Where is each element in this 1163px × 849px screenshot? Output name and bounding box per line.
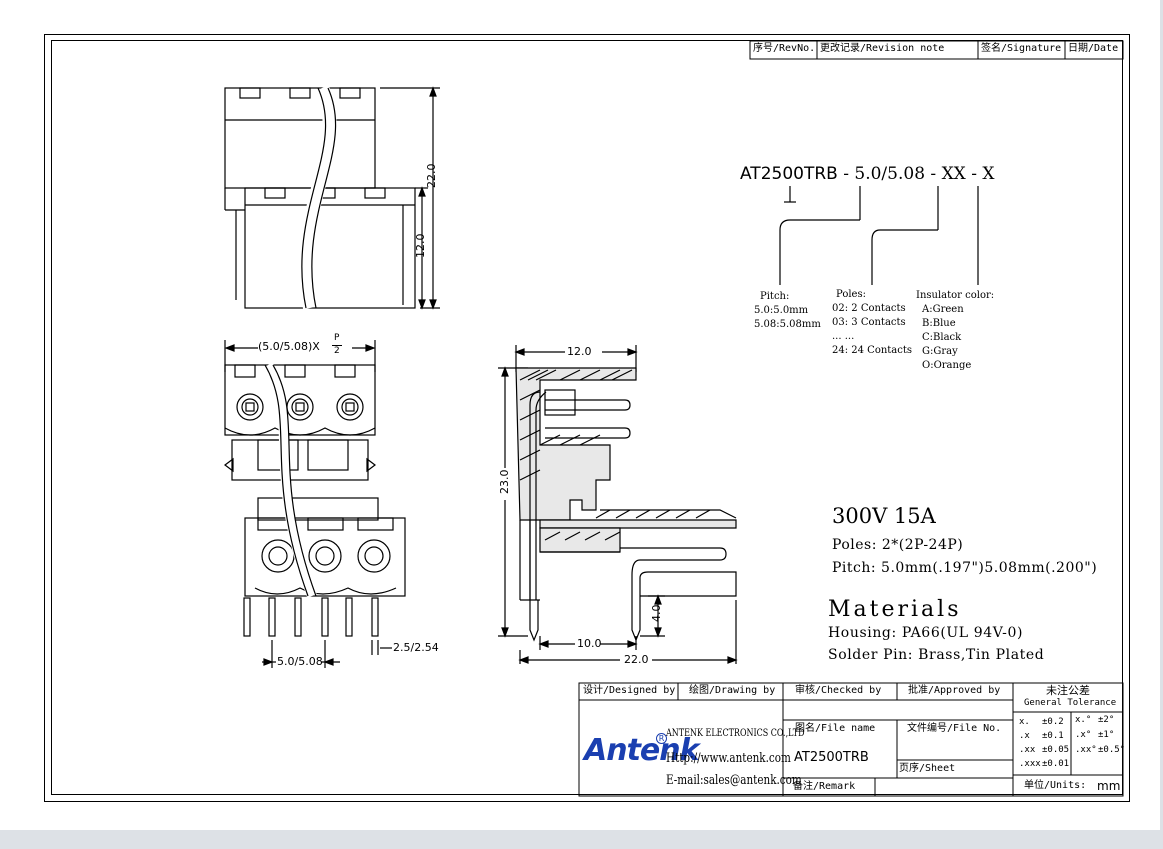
checked-by-label: 审核/Checked by [795, 685, 882, 696]
file-name-label: 图名/File name [795, 723, 876, 734]
poles-legend-item: 02: 2 Contacts [832, 303, 906, 314]
side-view [498, 345, 738, 664]
tol-ang-key: .x° [1075, 730, 1092, 740]
company-name: ANTENK ELECTRONICS CO.,LTD [666, 728, 805, 739]
dim-front-frac-top: P [334, 333, 340, 343]
general-tolerance-en: General Tolerance [1024, 698, 1117, 708]
remark-label: 备注/Remark [793, 781, 856, 792]
tol-key: .xx [1019, 745, 1036, 755]
sheet-label: 页序/Sheet [899, 763, 956, 774]
date-label: 日期/Date [1068, 43, 1119, 54]
color-legend-item: C:Black [922, 332, 962, 343]
dim-front-pitch: (5.0/5.08)X [258, 340, 320, 353]
technical-drawing [224, 40, 1124, 797]
tol-key: .x [1019, 731, 1030, 741]
tol-ang-val: ±0.5° [1098, 745, 1126, 755]
poles-legend-item: 03: 3 Contacts [832, 317, 906, 328]
dim-side-top: 12.0 [567, 345, 592, 358]
poles-spec: Poles: 2*(2P-24P) [832, 537, 964, 553]
poles-legend-title: Poles: [836, 289, 866, 300]
tol-val: ±0.05 [1042, 745, 1070, 755]
part-code-poles: XX [941, 164, 966, 184]
pitch-legend-item: 5.0:5.0mm [754, 305, 809, 316]
revision-note-label: 更改记录/Revision note [820, 43, 945, 54]
tol-ang-key: .xx° [1075, 745, 1097, 755]
tol-key: .xxx [1019, 759, 1041, 769]
file-no-label: 文件编号/File No. [907, 723, 1002, 734]
dim-top-total: 22.0 [425, 163, 438, 189]
dim-side-height: 23.0 [498, 469, 511, 495]
tol-key: x. [1019, 717, 1030, 727]
poles-legend-item: ... ... [832, 331, 855, 342]
part-code: AT2500TRB - 5.0/5.08 - XX - X [740, 166, 994, 183]
pitch-spec: Pitch: 5.0mm(.197")5.08mm(.200") [832, 560, 1098, 576]
rating: 300V 15A [832, 504, 936, 528]
company-email: E-mail:sales@antenk.com [666, 773, 802, 788]
tol-ang-val: ±1° [1098, 730, 1115, 740]
tol-val: ±0.2 [1042, 717, 1064, 727]
housing-spec: Housing: PA66(UL 94V-0) [828, 625, 1024, 641]
materials-title: Materials [828, 597, 962, 622]
rev-no-label: 序号/RevNo. [753, 43, 816, 54]
dim-side-bottom: 22.0 [624, 653, 649, 666]
color-legend-title: Insulator color: [916, 290, 995, 301]
signature-label: 签名/Signature [981, 43, 1062, 54]
color-legend-item: B:Blue [922, 318, 956, 329]
poles-legend-item: 24: 24 Contacts [832, 345, 913, 356]
part-code-prefix: AT2500TRB [740, 164, 838, 184]
dim-side-pin: 4.0 [650, 604, 663, 623]
company-website: Http://www.antenk.com [666, 751, 791, 766]
part-code-dash-2: - [930, 164, 937, 184]
units-label: 单位/Units: [1024, 780, 1087, 791]
tol-val: ±0.01 [1042, 759, 1070, 769]
dim-front-frac-bottom: 2 [334, 346, 340, 356]
part-code-dash-1: - [843, 164, 849, 184]
color-legend-item: O:Orange [922, 360, 972, 371]
drawing-by-label: 绘图/Drawing by [689, 685, 776, 696]
color-legend-item: G:Gray [922, 346, 958, 357]
file-name-value: AT2500TRB [794, 750, 869, 765]
dim-top-lower: 12.0 [414, 233, 427, 259]
tol-val: ±0.1 [1042, 731, 1064, 741]
part-code-leaders [779, 186, 979, 285]
designed-by-label: 设计/Designed by [583, 685, 676, 696]
front-view [224, 340, 406, 668]
dim-front-pin-spacing: 2.5/2.54 [393, 641, 439, 654]
general-tolerance-cn: 未注公差 [1046, 684, 1090, 697]
tol-ang-val: ±2° [1098, 715, 1115, 725]
part-code-pitch: 5.0/5.08 [854, 164, 926, 184]
pitch-legend-title: Pitch: [760, 291, 790, 302]
part-code-dash-3: - [971, 164, 977, 184]
pitch-legend-item: 5.08:5.08mm [754, 319, 821, 330]
units-value: mm [1097, 779, 1121, 793]
dim-side-offset: 10.0 [577, 637, 602, 650]
approved-by-label: 批准/Approved by [908, 685, 1001, 696]
solder-pin-spec: Solder Pin: Brass,Tin Plated [828, 647, 1045, 663]
part-code-color: X [982, 164, 995, 184]
top-view [224, 85, 440, 310]
tol-ang-key: x.° [1075, 715, 1092, 725]
color-legend-item: A:Green [922, 304, 964, 315]
dim-front-bottom: 5.0/5.08 [277, 655, 323, 668]
